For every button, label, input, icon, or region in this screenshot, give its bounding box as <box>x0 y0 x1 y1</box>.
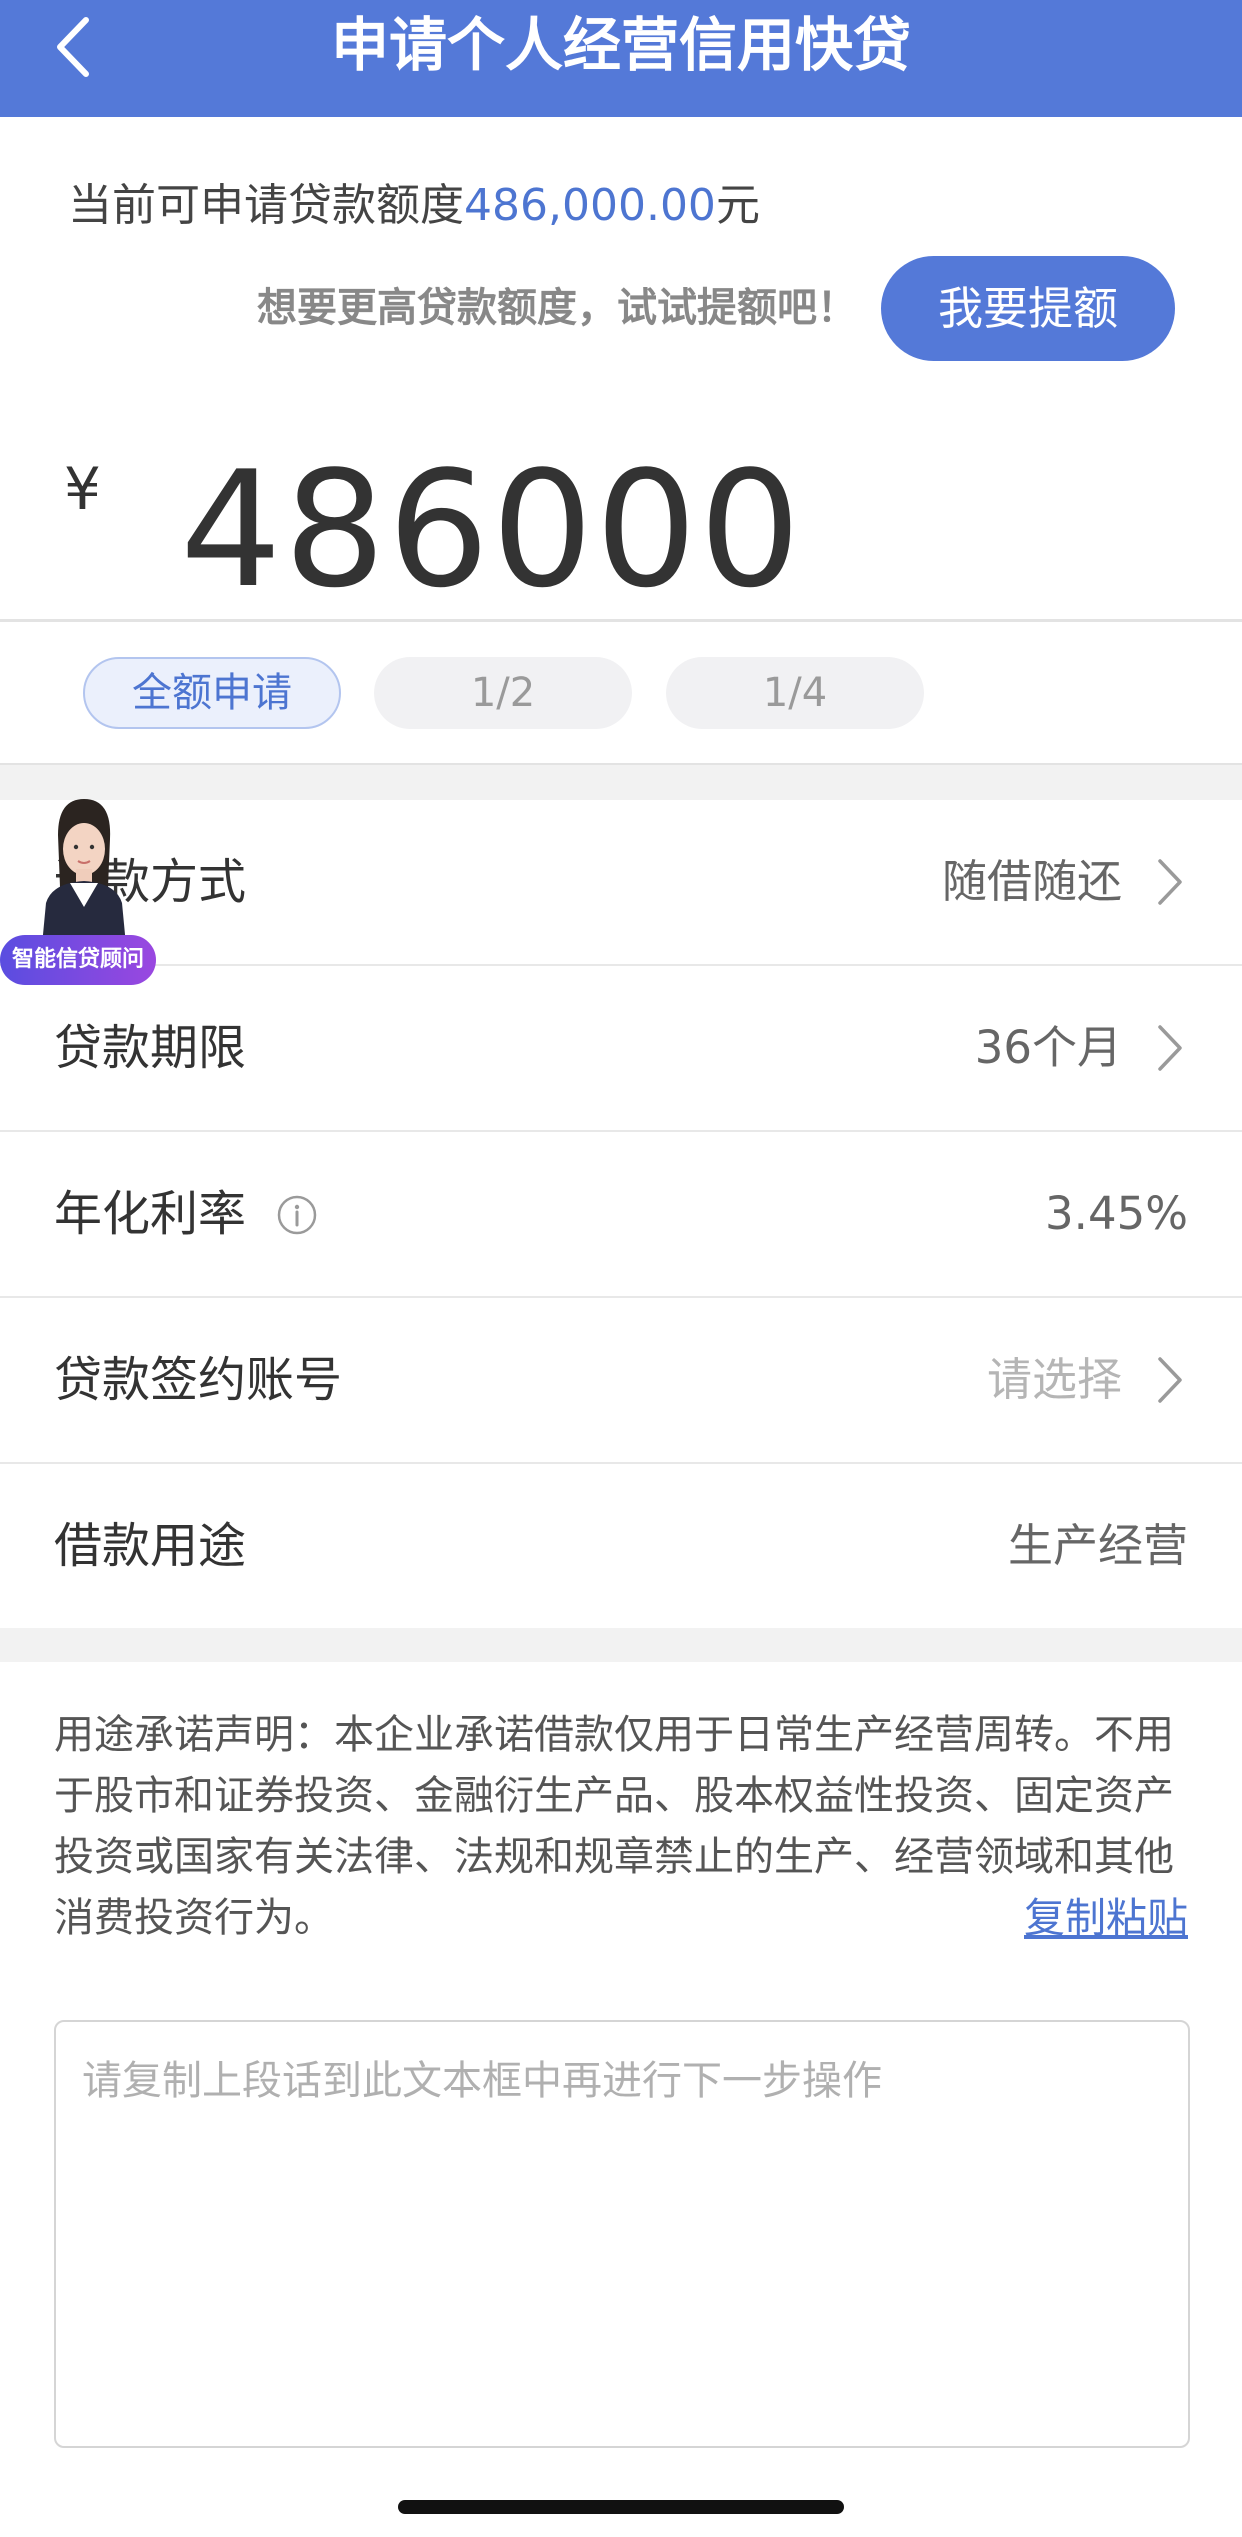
section-divider <box>0 763 1242 802</box>
chip-full-amount[interactable]: 全额申请 <box>83 657 341 729</box>
quota-prefix: 当前可申请贷款额度 <box>68 180 464 231</box>
chevron-right-icon <box>1158 1357 1182 1403</box>
smart-advisor-badge[interactable]: 智能信贷顾问 <box>0 935 156 985</box>
raise-limit-hint: 想要更高贷款额度，试试提额吧！ <box>257 285 857 331</box>
row-value: 请选择 <box>986 1353 1122 1406</box>
statement-input[interactable] <box>54 2020 1190 2448</box>
raise-limit-button[interactable]: 我要提额 <box>881 256 1175 361</box>
top-bar: 申请个人经营信用快贷 <box>0 0 1242 117</box>
row-value: 36个月 <box>974 1021 1122 1074</box>
loan-amount-input[interactable]: 486000 <box>180 440 803 620</box>
row-value: 3.45% <box>1045 1187 1188 1240</box>
page-title: 申请个人经营信用快贷 <box>330 11 911 79</box>
chevron-right-icon <box>1158 859 1182 905</box>
amount-divider <box>0 619 1242 622</box>
row-label: 借款用途 <box>54 1518 247 1574</box>
currency-symbol: ¥ <box>64 455 101 523</box>
chevron-right-icon <box>1158 1025 1182 1071</box>
home-indicator[interactable] <box>398 2500 844 2514</box>
loan-term-row[interactable]: 贷款期限 36个月 <box>0 966 1242 1132</box>
chip-half[interactable]: 1/2 <box>374 657 632 729</box>
row-label: 年化利率 <box>54 1186 247 1242</box>
repayment-method-row[interactable]: 还款方式 随借随还 <box>0 800 1242 966</box>
row-value: 随借随还 <box>941 855 1122 908</box>
quota-amount: 486,000.00 <box>464 180 716 231</box>
chip-quarter[interactable]: 1/4 <box>666 657 924 729</box>
row-value: 生产经营 <box>1007 1519 1188 1572</box>
row-label: 贷款签约账号 <box>54 1352 343 1408</box>
annual-rate-row: 年化利率 3.45% <box>0 1132 1242 1298</box>
section-divider <box>0 1628 1242 1662</box>
quota-unit: 元 <box>715 180 760 231</box>
loan-purpose-row: 借款用途 生产经营 <box>0 1464 1242 1628</box>
advisor-avatar[interactable] <box>28 795 138 945</box>
copy-paste-link[interactable]: 复制粘贴 <box>1024 1888 1188 1949</box>
row-label: 贷款期限 <box>54 1020 247 1076</box>
info-icon[interactable] <box>276 1194 318 1236</box>
available-quota-text: 当前可申请贷款额度486,000.00元 <box>68 170 760 242</box>
purpose-statement: 用途承诺声明：本企业承诺借款仅用于日常生产经营周转。不用于股市和证券投资、金融衍… <box>54 1712 1174 1941</box>
signing-account-row[interactable]: 贷款签约账号 请选择 <box>0 1298 1242 1464</box>
